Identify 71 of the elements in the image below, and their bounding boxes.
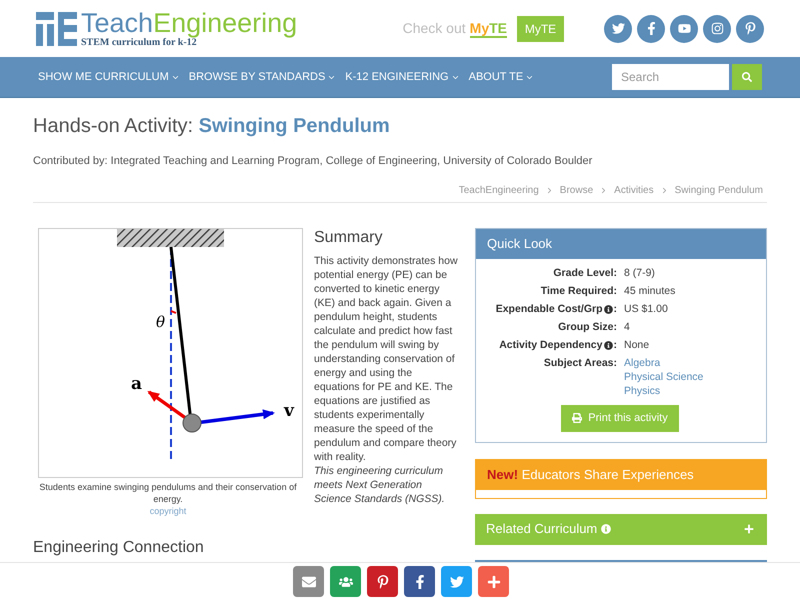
twitter-icon [450,574,464,588]
twitter-icon [612,22,624,35]
field-value: US $1.00 [624,302,668,316]
print-button[interactable]: Print this activity [561,404,679,432]
search-button[interactable] [732,64,762,90]
pinterest-icon [376,574,390,588]
field-label: Group Size: [558,320,617,334]
field-label: Grade Level: [553,266,617,280]
search-icon [742,72,752,82]
pinterest-link[interactable] [736,14,764,42]
field-value: 4 [624,320,630,334]
field-value: None [624,338,650,352]
instagram-link[interactable] [703,14,731,42]
field-label: Time Required: [540,284,617,298]
field-label: Subject Areas: [544,356,617,370]
related-curriculum-header[interactable]: Related Curriculum [475,514,767,544]
copyright-link[interactable]: copyright [150,504,186,516]
subject-link[interactable]: Physics [624,384,704,398]
printer-icon [572,413,582,423]
field-label: Activity Dependency [499,338,602,352]
info-icon[interactable] [604,304,612,314]
page-title: Hands-on Activity: Swinging Pendulum [33,114,391,139]
subject-link[interactable]: Algebra [624,356,704,370]
info-icon[interactable] [604,340,612,350]
classroom-share-button[interactable] [330,566,361,597]
contributor-text: Contributed by: Integrated Teaching and Learning Program, College of Engineering, University of Colorado Boulder [33,154,594,169]
section-heading: Engineering Connection [33,538,205,558]
myte-logo[interactable]: MyTE [470,20,507,38]
info-icon [601,524,612,534]
panel-title: Quick Look [487,234,552,253]
site-logo-text[interactable]: TeachEngineering [81,8,298,36]
promo-text: Check out [402,19,466,38]
myte-button[interactable]: MyTE [517,16,564,42]
email-icon [302,574,316,588]
people-icon [338,574,352,588]
subject-link[interactable]: Physical Science [624,370,704,384]
velocity-label: v [284,400,294,420]
facebook-share-button[interactable] [404,566,435,597]
youtube-icon [678,22,690,35]
nav-menu-item[interactable]: BROWSE BY STANDARDS [188,68,336,86]
twitter-link[interactable] [604,14,632,42]
nav-menu-item[interactable]: K-12 ENGINEERING [345,68,460,86]
twitter-share-button[interactable] [441,566,472,597]
figure-caption: Students examine swinging pendulums and their conservation of energy. [38,480,298,504]
angle-label: θ [156,312,165,330]
breadcrumb-link[interactable]: TeachEngineering [458,182,539,198]
nav-menu-item[interactable]: ABOUT TE [468,68,534,86]
facebook-link[interactable] [637,14,665,42]
acceleration-label: a [130,374,142,394]
more-share-button[interactable] [478,566,509,597]
breadcrumb-link[interactable]: Activities [614,182,654,198]
pinterest-icon [744,22,756,35]
youtube-link[interactable] [670,14,698,42]
email-share-button[interactable] [293,566,324,597]
breadcrumb-link[interactable]: Browse [560,182,594,198]
field-value: 8 (7-9) [624,266,655,280]
field-value: 45 minutes [624,284,676,298]
search-field[interactable]: Search [612,64,729,90]
breadcrumb-link[interactable]: Swinging Pendulum [674,182,763,198]
field-label: Expendable Cost/Grp [496,302,602,316]
nav-menu-item[interactable]: SHOW ME CURRICULUM [38,68,180,86]
label-colon: : [614,338,617,352]
ngss-note: This engineering curriculum meets Next Generation Science Standards (NGSS). [314,464,446,506]
summary-heading: Summary [314,228,384,248]
label-colon: : [614,302,617,316]
summary-text: This activity demonstrates how potential energy (PE) can be converted to kinetic energy (KE) and back again. Given a pendulum height, students calculate and predict how fast the pendulum will swing by understanding conservation of energy and using the equations for PE and KE. The equations are justified as students experimentally measure the speed of the pendulum and compare theory with reality. [314,254,459,464]
plus-icon [486,574,500,588]
instagram-icon [710,22,724,35]
pinterest-share-button[interactable] [367,566,398,597]
logo-icon [36,12,77,46]
logo-tagline: STEM curriculum for k-12 [81,36,197,48]
